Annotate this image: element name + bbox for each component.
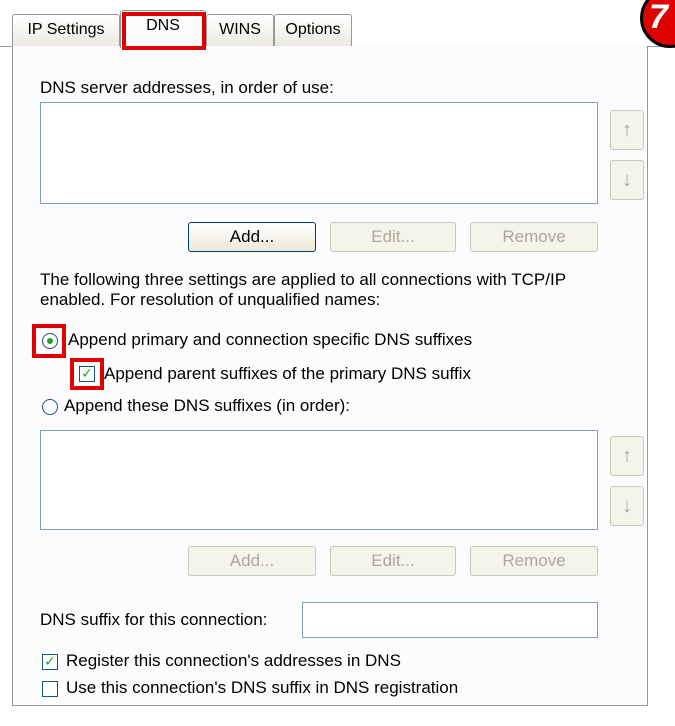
checkbox-highlight xyxy=(70,358,104,390)
checkmark-icon: ✓ xyxy=(44,653,56,669)
arrow-down-icon: ↓ xyxy=(622,169,632,191)
dns-tab-highlight xyxy=(122,12,206,50)
tab-label: Options xyxy=(285,21,341,38)
info-text-line2: enabled. For resolution of unqualified n… xyxy=(40,290,381,309)
dns-suffix-label: DNS suffix for this connection: xyxy=(40,610,268,629)
register-addresses-label: Register this connection's addresses in … xyxy=(66,651,401,670)
move-down-button[interactable]: ↓ xyxy=(610,160,644,200)
info-text-line1: The following three settings are applied… xyxy=(40,270,567,289)
suffix-add-button[interactable]: Add... xyxy=(188,546,316,576)
arrow-down-icon: ↓ xyxy=(622,495,632,517)
arrow-up-icon: ↑ xyxy=(622,119,632,141)
arrow-up-icon: ↑ xyxy=(622,445,632,467)
append-parent-label: Append parent suffixes of the primary DN… xyxy=(104,364,471,383)
dns-add-button[interactable]: Add... xyxy=(188,222,316,252)
dns-servers-list[interactable] xyxy=(40,102,598,204)
tab-label: WINS xyxy=(219,21,261,38)
append-these-radio[interactable] xyxy=(42,399,58,415)
append-primary-label: Append primary and connection specific D… xyxy=(68,330,473,349)
dns-remove-button[interactable]: Remove xyxy=(470,222,598,252)
append-these-label: Append these DNS suffixes (in order): xyxy=(64,396,350,415)
dns-suffix-list[interactable] xyxy=(40,430,598,530)
radio-highlight xyxy=(32,324,66,358)
dns-servers-label: DNS server addresses, in order of use: xyxy=(40,78,334,97)
tab-options[interactable]: Options xyxy=(274,14,352,46)
tab-label: IP Settings xyxy=(27,21,105,38)
register-addresses-checkbox[interactable]: ✓ xyxy=(42,654,58,670)
tab-ip-settings[interactable]: IP Settings xyxy=(12,14,120,46)
move-up-button[interactable]: ↑ xyxy=(610,110,644,150)
suffix-move-down-button[interactable]: ↓ xyxy=(610,486,644,526)
dns-edit-button[interactable]: Edit... xyxy=(330,222,456,252)
dns-suffix-input[interactable] xyxy=(302,602,598,638)
suffix-move-up-button[interactable]: ↑ xyxy=(610,436,644,476)
step-badge: 7 xyxy=(640,0,675,48)
use-suffix-registration-label: Use this connection's DNS suffix in DNS … xyxy=(66,678,459,697)
suffix-edit-button[interactable]: Edit... xyxy=(330,546,456,576)
suffix-remove-button[interactable]: Remove xyxy=(470,546,598,576)
tab-wins[interactable]: WINS xyxy=(206,14,274,46)
use-suffix-registration-checkbox[interactable] xyxy=(42,681,58,697)
